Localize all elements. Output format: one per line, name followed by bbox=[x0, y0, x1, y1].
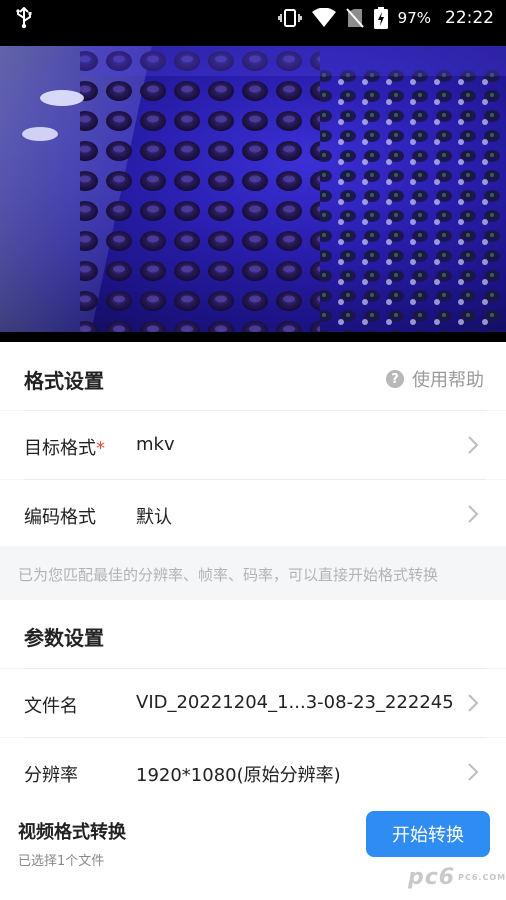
resolution-value: 1920*1080(原始分辨率) bbox=[136, 765, 341, 786]
encoding-format-row[interactable]: 编码格式 默认 bbox=[0, 480, 506, 548]
file-name-value: VID_20221204_1...3-08-23_222245 bbox=[136, 692, 454, 713]
hint-banner: 已为您匹配最佳的分辨率、帧率、码率，可以直接开始格式转换 bbox=[0, 546, 506, 600]
file-name-row[interactable]: 文件名 VID_20221204_1...3-08-23_222245 bbox=[0, 669, 506, 737]
question-icon: ? bbox=[386, 370, 404, 388]
target-format-label: 目标格式* bbox=[24, 438, 105, 459]
chevron-right-icon bbox=[468, 436, 479, 454]
bottom-action-bar: 视频格式转换 已选择1个文件 开始转换 pc6 PC6.COM bbox=[0, 796, 506, 900]
format-settings-title: 格式设置 bbox=[24, 369, 104, 393]
start-convert-button[interactable]: 开始转换 bbox=[366, 811, 490, 857]
coral-pattern bbox=[22, 46, 506, 332]
bottom-title: 视频格式转换 bbox=[18, 822, 126, 843]
watermark-logo: pc6 PC6.COM bbox=[408, 864, 506, 890]
required-mark: * bbox=[96, 438, 105, 459]
vibrate-icon bbox=[277, 9, 302, 27]
format-settings-header: 格式设置 ? 使用帮助 bbox=[0, 342, 506, 410]
wifi-icon bbox=[311, 8, 336, 27]
status-time: 22:22 bbox=[445, 8, 494, 28]
target-format-row[interactable]: 目标格式* mkv bbox=[0, 411, 506, 479]
battery-charging-icon bbox=[373, 7, 388, 29]
encoding-format-value: 默认 bbox=[136, 507, 172, 528]
file-name-label: 文件名 bbox=[24, 696, 78, 717]
video-frame[interactable] bbox=[0, 46, 506, 332]
encoding-format-label: 编码格式 bbox=[24, 507, 96, 528]
help-label: 使用帮助 bbox=[412, 370, 484, 391]
chevron-right-icon bbox=[468, 763, 479, 781]
param-settings-header: 参数设置 bbox=[0, 600, 506, 668]
target-format-value: mkv bbox=[136, 434, 175, 455]
status-bar: 97% 22:22 bbox=[0, 0, 506, 36]
no-sim-icon bbox=[345, 8, 364, 28]
chevron-right-icon bbox=[468, 505, 479, 523]
battery-percent: 97% bbox=[397, 9, 431, 27]
selected-count: 已选择1个文件 bbox=[18, 854, 105, 869]
chevron-right-icon bbox=[468, 694, 479, 712]
help-link[interactable]: ? 使用帮助 bbox=[386, 366, 484, 392]
resolution-label: 分辨率 bbox=[24, 765, 78, 786]
usb-icon bbox=[16, 7, 32, 29]
video-preview[interactable] bbox=[0, 36, 506, 342]
hint-text: 已为您匹配最佳的分辨率、帧率、码率，可以直接开始格式转换 bbox=[18, 566, 439, 584]
param-settings-title: 参数设置 bbox=[24, 626, 104, 650]
